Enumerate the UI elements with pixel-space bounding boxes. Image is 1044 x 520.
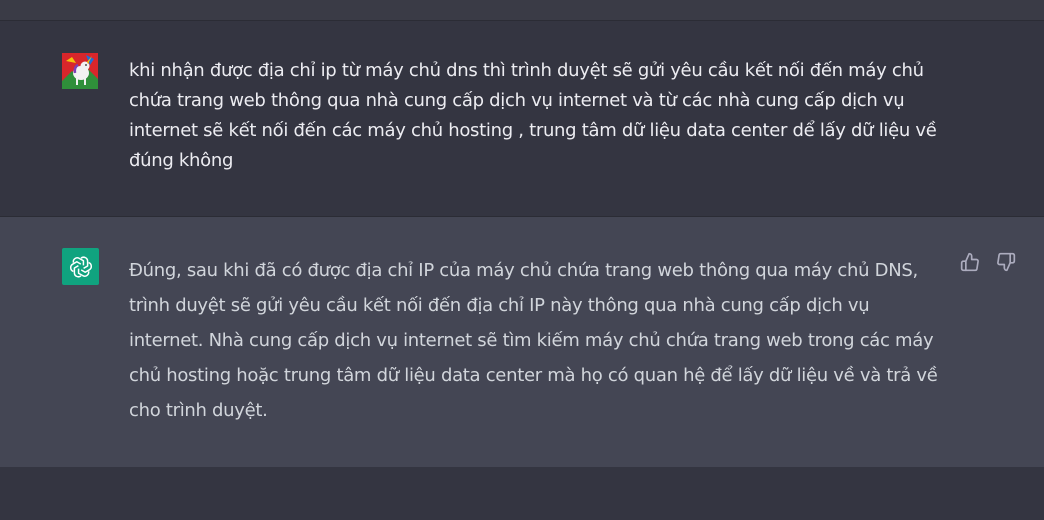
unicorn-avatar-icon bbox=[62, 53, 98, 89]
user-message-row: khi nhận được địa chỉ ip từ máy chủ dns … bbox=[0, 20, 1044, 217]
openai-logo-icon bbox=[62, 248, 99, 285]
user-message-text: khi nhận được địa chỉ ip từ máy chủ dns … bbox=[129, 60, 937, 171]
input-area-background bbox=[0, 467, 1044, 520]
assistant-message-row: Đúng, sau khi đã có được địa chỉ IP của … bbox=[0, 217, 1044, 467]
thumbs-up-icon[interactable] bbox=[960, 252, 980, 272]
previous-message-strip bbox=[0, 0, 1044, 20]
thumbs-down-icon[interactable] bbox=[996, 252, 1016, 272]
feedback-buttons bbox=[960, 252, 1016, 272]
assistant-message-text: Đúng, sau khi đã có được địa chỉ IP của … bbox=[129, 260, 938, 421]
chat-page: khi nhận được địa chỉ ip từ máy chủ dns … bbox=[0, 0, 1044, 520]
